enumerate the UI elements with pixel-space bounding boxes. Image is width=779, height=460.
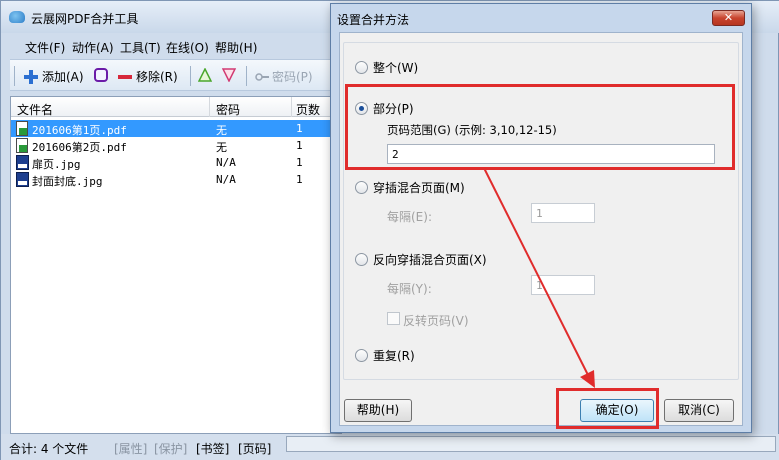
radio-reverse-interleave-label: 反向穿插混合页面(X) [373,253,487,267]
menu-online[interactable]: 在线(O) [166,39,209,56]
password-label: 密码(P) [272,70,313,84]
list-header: 文件名 密码 页数 [11,97,341,117]
progress-bar [286,436,776,452]
table-row[interactable]: 201606第2页.pdf 无 1 [11,137,341,154]
radio-repeat-label: 重复(R) [373,349,415,363]
toolbar-separator [246,66,247,86]
status-total: 合计: 4 个文件 [9,442,89,456]
remove-button[interactable]: 移除(R) [118,68,178,85]
plus-icon [24,69,38,84]
column-divider [291,97,292,117]
status-props[interactable]: [属性] [114,440,147,457]
cell-filename: 扉页.jpg [32,158,81,171]
toolbar: 添加(A) 移除(R) 密码(P) [10,59,340,91]
add-button[interactable]: 添加(A) [24,68,84,85]
column-password[interactable]: 密码 [216,101,240,118]
cloud-icon [9,11,25,23]
pdf-icon [16,138,29,153]
dialog-title: 设置合并方法 [337,13,410,27]
column-divider [209,97,210,117]
column-filename[interactable]: 文件名 [17,101,53,118]
cell-pages: 1 [296,139,303,152]
radio-interleave[interactable]: 穿插混合页面(M) [355,179,465,196]
radio-circle [355,253,368,266]
cell-pages: 1 [296,156,303,169]
cell-password: N/A [216,173,236,186]
interleave-every-label: 每隔(E): [387,210,432,224]
cancel-button[interactable]: 取消(C) [664,399,734,422]
toolbar-grip [14,66,15,86]
square-icon [94,68,108,82]
radio-circle [355,181,368,194]
cell-pages: 1 [296,122,303,135]
cell-filename: 201606第1页.pdf [32,124,127,137]
add-label: 添加(A) [42,70,84,84]
reverse-pages-checkbox[interactable] [387,312,400,325]
file-list[interactable]: 文件名 密码 页数 201606第1页.pdf 无 1 201606第2页.pdf 无 1… [10,96,342,434]
remove-label: 移除(R) [136,70,178,84]
radio-reverse-interleave[interactable]: 反向穿插混合页面(X) [355,251,487,268]
table-row[interactable]: 扉页.jpg N/A 1 [11,154,341,171]
minus-icon [118,74,132,79]
radio-circle [355,349,368,362]
status-protect[interactable]: [保护] [154,440,187,457]
move-up-button[interactable] [198,68,212,82]
status-bookmark[interactable]: [书签] [196,440,229,457]
app-title: 云展网PDF合并工具 [31,12,139,26]
interleave-every-input[interactable]: 1 [531,203,595,223]
cell-filename: 封面封底.jpg [32,175,103,188]
reverse-every-input[interactable]: 1 [531,275,595,295]
radio-whole[interactable]: 整个(W) [355,59,418,76]
menu-help[interactable]: 帮助(H) [215,39,257,56]
toolbar-separator [190,66,191,86]
cell-password: N/A [216,156,236,169]
password-button[interactable]: 密码(P) [255,68,313,85]
radio-interleave-label: 穿插混合页面(M) [373,181,465,195]
cell-password: 无 [216,141,227,154]
highlight-ok-button [556,388,659,429]
merge-method-dialog: 设置合并方法 ✕ 整个(W) 部分(P) 页码范围(G) (示例: 3,10,1… [330,3,752,433]
menu-bar: 文件(F) 动作(A) 工具(T) 在线(O) 帮助(H) [10,36,340,58]
highlight-part-option [345,84,735,170]
radio-repeat[interactable]: 重复(R) [355,347,415,364]
cell-password: 无 [216,124,227,137]
close-button[interactable]: ✕ [712,10,745,26]
reverse-every-label: 每隔(Y): [387,282,432,296]
cell-pages: 1 [296,173,303,186]
close-icon: ✕ [723,11,734,24]
key-icon [255,72,269,81]
triangle-down-icon [222,68,236,82]
image-icon [16,155,29,170]
reverse-pages-label: 反转页码(V) [403,314,469,328]
status-pagecode[interactable]: [页码] [238,440,271,457]
dialog-title-bar[interactable]: 设置合并方法 ✕ [331,4,751,30]
menu-action[interactable]: 动作(A) [72,39,114,56]
edit-button[interactable] [94,68,108,82]
image-icon [16,172,29,187]
radio-circle [355,61,368,74]
help-button[interactable]: 帮助(H) [344,399,412,422]
menu-file[interactable]: 文件(F) [25,39,65,56]
cell-filename: 201606第2页.pdf [32,141,127,154]
menu-tools[interactable]: 工具(T) [120,39,161,56]
radio-whole-label: 整个(W) [373,61,419,75]
pdf-icon [16,121,29,136]
table-row[interactable]: 201606第1页.pdf 无 1 [11,120,341,137]
table-row[interactable]: 封面封底.jpg N/A 1 [11,171,341,188]
column-pages[interactable]: 页数 [296,101,320,118]
move-down-button[interactable] [222,68,236,82]
triangle-up-icon [198,68,212,82]
